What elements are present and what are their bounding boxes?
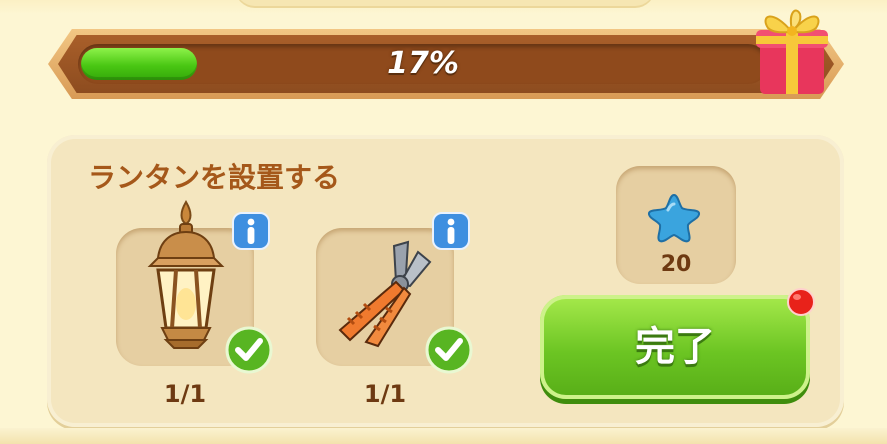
check-icon	[225, 326, 273, 374]
complete-button-label: 完了	[635, 324, 715, 370]
top-panel-edge	[235, 0, 655, 6]
info-icon[interactable]	[432, 212, 470, 250]
pliers-count: 1/1	[363, 380, 407, 408]
reward-amount: 20	[660, 252, 692, 277]
bottom-edge	[0, 428, 887, 444]
pliers-icon	[338, 240, 432, 348]
progress-percent: 17%	[387, 46, 459, 81]
check-icon	[425, 326, 473, 374]
complete-button[interactable]: 完了	[540, 295, 810, 399]
blue-star-icon	[647, 193, 701, 243]
lantern-count: 1/1	[163, 380, 207, 408]
gift-icon[interactable]	[752, 2, 832, 98]
notification-dot-icon	[787, 288, 815, 316]
info-icon[interactable]	[232, 212, 270, 250]
task-title: ランタンを設置する	[88, 161, 341, 194]
lantern-icon	[147, 200, 225, 349]
